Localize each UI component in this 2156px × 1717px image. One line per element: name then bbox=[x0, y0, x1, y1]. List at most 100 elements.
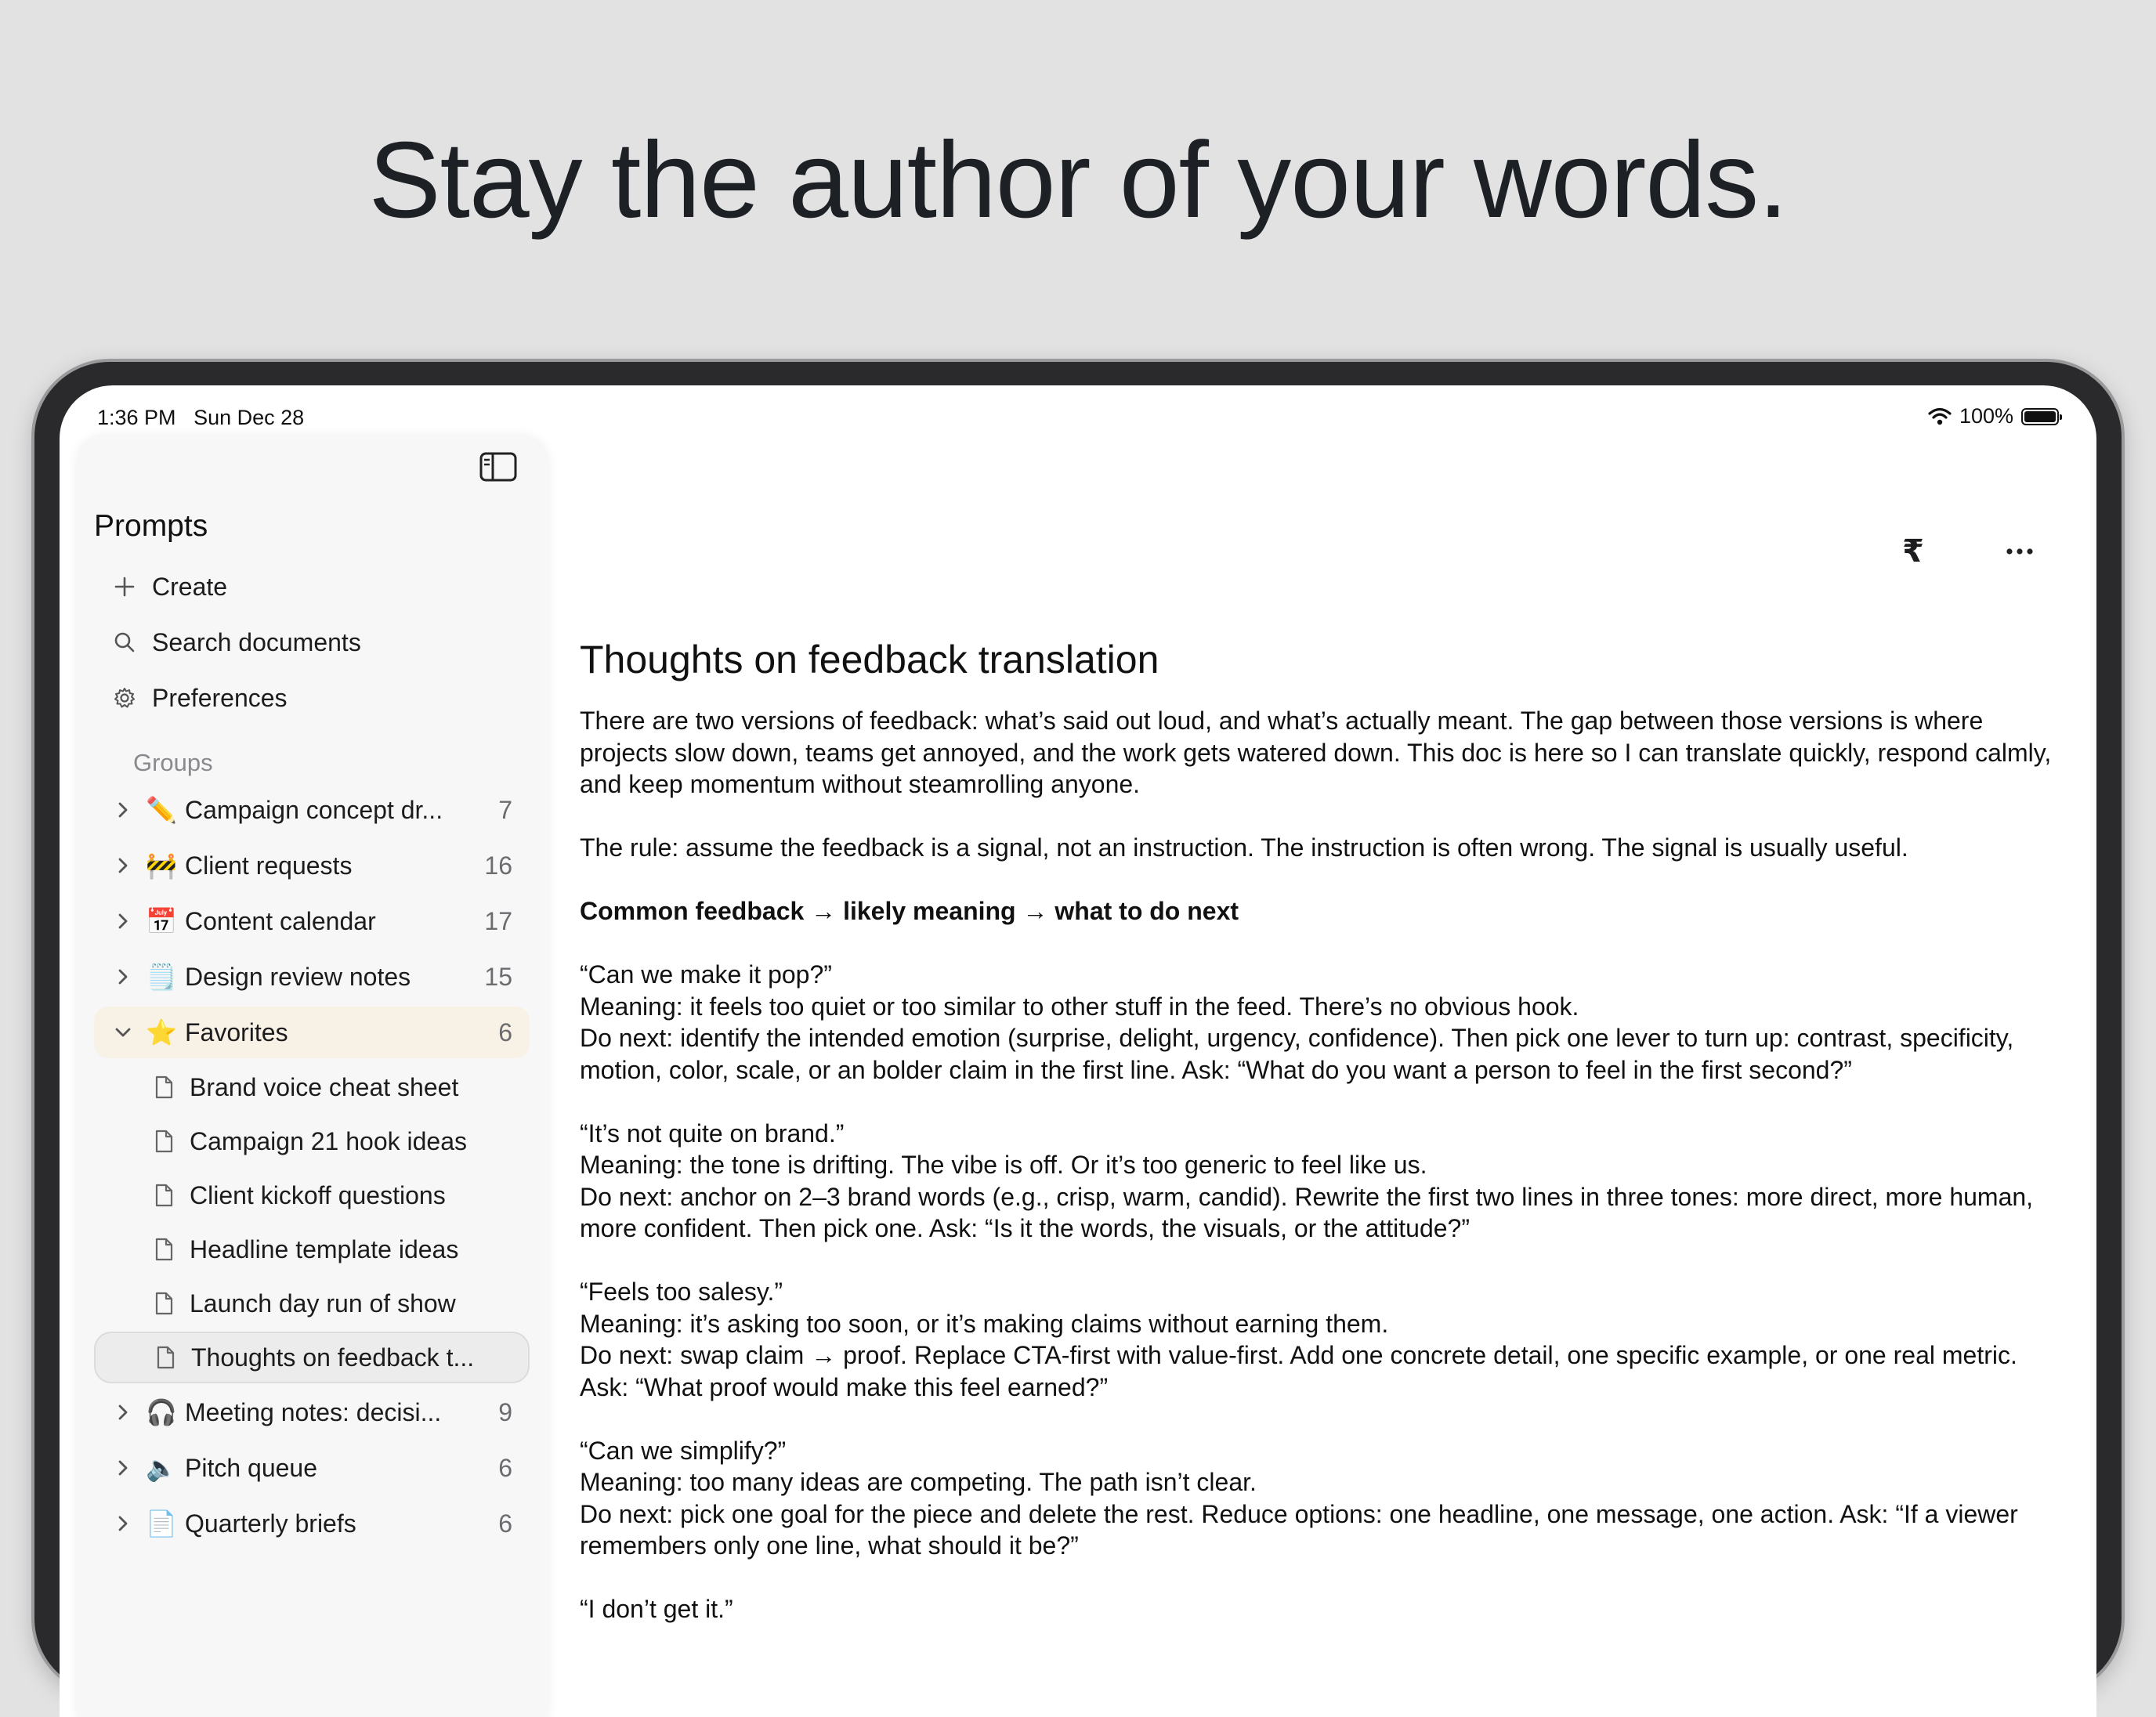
document-item[interactable]: Headline template ideas bbox=[94, 1224, 530, 1275]
document-intro: There are two versions of feedback: what… bbox=[580, 707, 2052, 798]
document-icon bbox=[155, 1130, 173, 1153]
group-count: 15 bbox=[484, 962, 512, 991]
feedback-meaning: Meaning: it feels too quiet or too simil… bbox=[580, 992, 1579, 1021]
chevron-right-icon[interactable] bbox=[111, 854, 135, 877]
document-label: Launch day run of show bbox=[190, 1289, 456, 1318]
sidebar: Prompts Create Search documents Preferen… bbox=[77, 434, 548, 1717]
feedback-next-step: Do next: identify the intended emotion (… bbox=[580, 1024, 2014, 1084]
document-label: Thoughts on feedback t... bbox=[191, 1343, 475, 1372]
status-bar: 1:36 PM Sun Dec 28 100% bbox=[60, 385, 2096, 436]
group-label: Pitch queue bbox=[185, 1453, 318, 1482]
chevron-right-icon[interactable] bbox=[111, 1512, 135, 1535]
feedback-meaning: Meaning: too many ideas are competing. T… bbox=[580, 1468, 1257, 1496]
group-row[interactable]: 🎧 Meeting notes: decisi... 9 bbox=[94, 1386, 530, 1438]
preferences-label: Preferences bbox=[152, 683, 288, 712]
status-time: 1:36 PM bbox=[97, 406, 176, 429]
headphones-icon: 🎧 bbox=[146, 1398, 177, 1426]
document-item[interactable]: Campaign 21 hook ideas bbox=[94, 1115, 530, 1167]
sidebar-title: Prompts bbox=[94, 509, 208, 543]
status-indicators: 100% bbox=[1928, 404, 2062, 428]
group-label: Design review notes bbox=[185, 962, 411, 991]
group-label: Campaign concept dr... bbox=[185, 795, 443, 824]
plus-icon bbox=[113, 575, 136, 598]
group-label: Meeting notes: decisi... bbox=[185, 1397, 442, 1426]
group-count: 7 bbox=[498, 795, 512, 824]
construction-icon: 🚧 bbox=[146, 851, 177, 880]
group-row[interactable]: 📅 Content calendar 17 bbox=[94, 895, 530, 947]
group-row[interactable]: 📄 Quarterly briefs 6 bbox=[94, 1498, 530, 1549]
group-label: Content calendar bbox=[185, 906, 376, 935]
feedback-meaning: Meaning: the tone is drifting. The vibe … bbox=[580, 1151, 1427, 1179]
document-item[interactable]: Brand voice cheat sheet bbox=[94, 1061, 530, 1113]
document-title[interactable]: Thoughts on feedback translation bbox=[580, 636, 2060, 683]
document-item-selected[interactable]: Thoughts on feedback t... bbox=[94, 1332, 530, 1383]
document-rule: The rule: assume the feedback is a signa… bbox=[580, 833, 1908, 862]
status-time-date: 1:36 PM Sun Dec 28 bbox=[97, 406, 304, 430]
document-label: Campaign 21 hook ideas bbox=[190, 1126, 468, 1155]
group-label: Client requests bbox=[185, 851, 353, 880]
feedback-item: “Can we simplify?” Meaning: too many ide… bbox=[580, 1435, 2060, 1562]
pencil-icon: ✏️ bbox=[146, 796, 177, 824]
tablet-screen: 1:36 PM Sun Dec 28 100% Prompts Create S… bbox=[60, 385, 2096, 1717]
create-label: Create bbox=[152, 572, 228, 601]
page-icon: 📄 bbox=[146, 1509, 177, 1538]
group-count: 6 bbox=[498, 1453, 512, 1482]
document-label: Brand voice cheat sheet bbox=[190, 1072, 459, 1101]
document-label: Client kickoff questions bbox=[190, 1180, 446, 1209]
search-icon bbox=[113, 631, 136, 654]
document-section-heading: Common feedback → likely meaning → what … bbox=[580, 897, 1239, 925]
feedback-quote: “It’s not quite on brand.” bbox=[580, 1119, 845, 1148]
format-button[interactable]: ₹ bbox=[1891, 530, 1935, 573]
feedback-item: “Can we make it pop?” Meaning: it feels … bbox=[580, 959, 2060, 1086]
group-row[interactable]: 🔈 Pitch queue 6 bbox=[94, 1442, 530, 1494]
create-button[interactable]: Create bbox=[113, 567, 227, 606]
gear-icon bbox=[113, 686, 136, 710]
feedback-quote: “Can we simplify?” bbox=[580, 1436, 787, 1465]
battery-percent: 100% bbox=[1959, 404, 2013, 428]
group-count: 17 bbox=[484, 906, 512, 935]
feedback-meaning: Meaning: it’s asking too soon, or it’s m… bbox=[580, 1309, 1389, 1338]
document-icon bbox=[155, 1238, 173, 1261]
document-icon bbox=[155, 1184, 173, 1207]
group-label: Favorites bbox=[185, 1018, 288, 1046]
search-label: Search documents bbox=[152, 627, 361, 656]
more-options-button[interactable] bbox=[1998, 530, 2042, 573]
group-row-favorites[interactable]: ⭐ Favorites 6 bbox=[94, 1007, 530, 1058]
status-date: Sun Dec 28 bbox=[194, 406, 305, 429]
groups-section-label: Groups bbox=[133, 749, 213, 776]
chevron-right-icon[interactable] bbox=[111, 965, 135, 989]
document-item[interactable]: Client kickoff questions bbox=[94, 1169, 530, 1221]
chevron-right-icon[interactable] bbox=[111, 798, 135, 822]
group-row[interactable]: 🚧 Client requests 16 bbox=[94, 840, 530, 891]
calendar-icon: 📅 bbox=[146, 907, 177, 935]
document-icon bbox=[157, 1346, 175, 1369]
feedback-next-step: Do next: anchor on 2–3 brand words (e.g.… bbox=[580, 1182, 2034, 1243]
document-item[interactable]: Launch day run of show bbox=[94, 1278, 530, 1329]
tablet-frame: 1:36 PM Sun Dec 28 100% Prompts Create S… bbox=[34, 362, 2122, 1717]
group-count: 16 bbox=[484, 851, 512, 880]
feedback-item: “Feels too salesy.” Meaning: it’s asking… bbox=[580, 1276, 2060, 1403]
wifi-icon bbox=[1928, 407, 1952, 425]
document-body[interactable]: Thoughts on feedback translation There a… bbox=[580, 636, 2060, 1657]
chevron-down-icon[interactable] bbox=[111, 1021, 135, 1044]
feedback-quote-partial: “I don’t get it.” bbox=[580, 1595, 733, 1623]
group-label: Quarterly briefs bbox=[185, 1509, 356, 1538]
sidebar-toggle-icon[interactable] bbox=[479, 451, 517, 483]
document-icon bbox=[155, 1292, 173, 1315]
search-documents-button[interactable]: Search documents bbox=[113, 623, 361, 662]
chevron-right-icon[interactable] bbox=[111, 909, 135, 933]
feedback-next-step: Do next: swap claim → proof. Replace CTA… bbox=[580, 1341, 2017, 1401]
group-count: 6 bbox=[498, 1509, 512, 1538]
chevron-right-icon[interactable] bbox=[111, 1456, 135, 1480]
chevron-right-icon[interactable] bbox=[111, 1401, 135, 1424]
ellipsis-icon bbox=[2006, 548, 2033, 555]
feedback-next-step: Do next: pick one goal for the piece and… bbox=[580, 1499, 2018, 1560]
group-row[interactable]: 🗒️ Design review notes 15 bbox=[94, 951, 530, 1003]
group-count: 6 bbox=[498, 1018, 512, 1046]
group-row[interactable]: ✏️ Campaign concept dr... 7 bbox=[94, 784, 530, 836]
group-count: 9 bbox=[498, 1397, 512, 1426]
preferences-button[interactable]: Preferences bbox=[113, 678, 288, 718]
format-icon: ₹ bbox=[1902, 534, 1924, 569]
notepad-icon: 🗒️ bbox=[146, 963, 177, 991]
document-label: Headline template ideas bbox=[190, 1234, 459, 1263]
